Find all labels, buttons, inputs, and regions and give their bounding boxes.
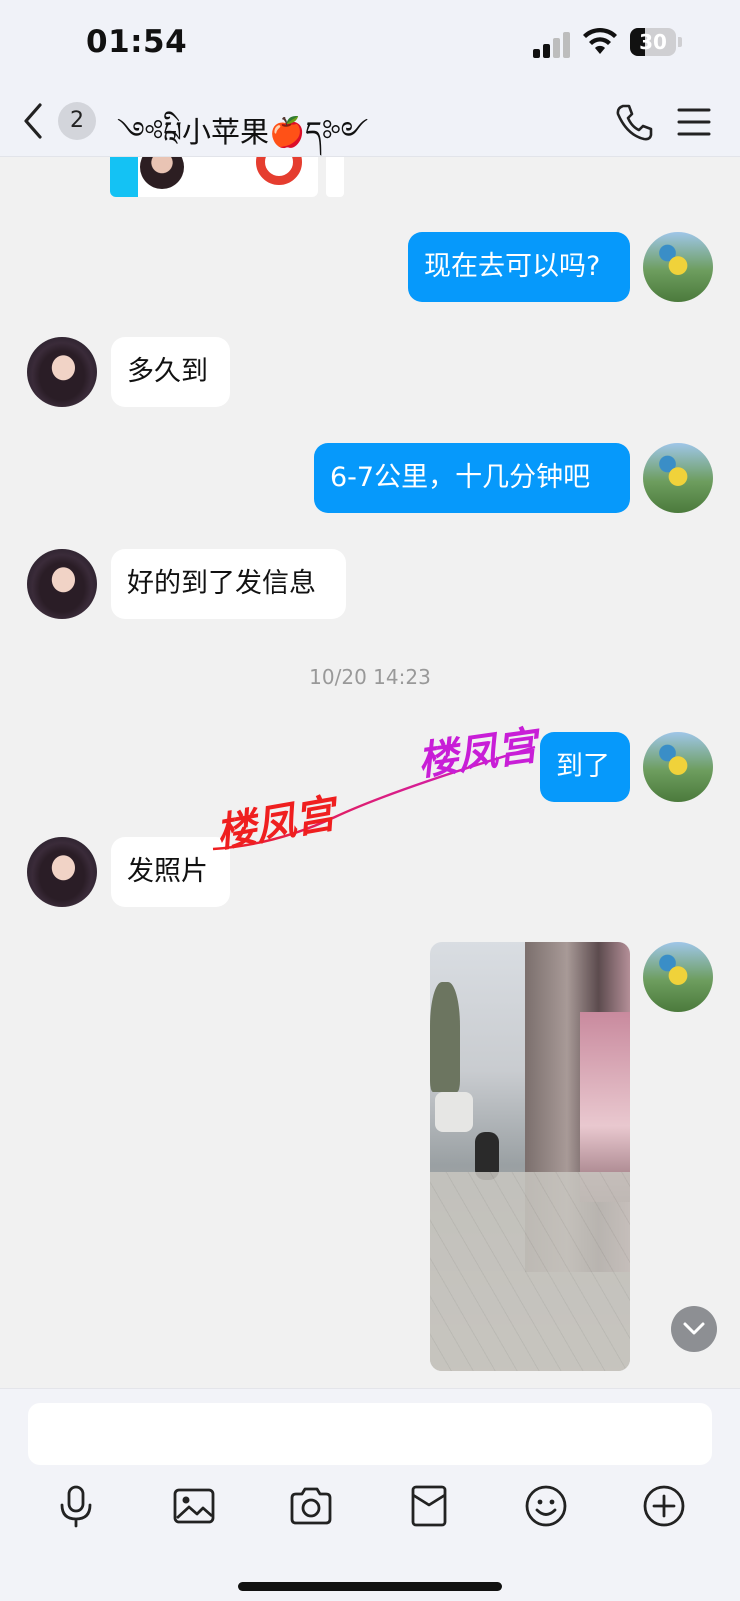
my-avatar[interactable] — [643, 942, 713, 1012]
contact-avatar[interactable] — [27, 549, 97, 619]
wifi-icon — [583, 27, 617, 54]
message-bubble-incoming[interactable]: 多久到 — [111, 337, 230, 407]
image-icon[interactable] — [171, 1483, 217, 1529]
message-input[interactable] — [28, 1403, 712, 1465]
watermark-overlay: 楼凤宫 楼凤宫 — [205, 717, 545, 857]
my-avatar[interactable] — [643, 232, 713, 302]
my-avatar[interactable] — [643, 443, 713, 513]
message-bubble-incoming[interactable]: 发照片 — [111, 837, 230, 907]
chevron-down-icon — [683, 1322, 705, 1335]
message-bubble-outgoing[interactable]: 现在去可以吗? — [408, 232, 630, 302]
shared-image-preview[interactable] — [110, 157, 344, 197]
phone-call-button[interactable] — [612, 100, 656, 144]
red-packet-icon[interactable] — [406, 1483, 452, 1529]
message-timestamp: 10/20 14:23 — [309, 665, 431, 689]
contact-avatar[interactable] — [27, 337, 97, 407]
camera-icon[interactable] — [288, 1483, 334, 1529]
photo-message[interactable] — [430, 942, 630, 1371]
watermark-text: 楼凤宫 — [212, 790, 339, 858]
home-indicator[interactable] — [238, 1582, 502, 1591]
my-avatar[interactable] — [643, 732, 713, 802]
message-bubble-outgoing[interactable]: 6-7公里，十几分钟吧 — [314, 443, 630, 513]
status-bar: 01:54 30 — [0, 0, 740, 86]
menu-button[interactable] — [676, 102, 712, 142]
cellular-signal-icon — [533, 30, 571, 58]
unread-count-badge: 2 — [58, 102, 96, 140]
message-list[interactable]: 现在去可以吗? 多久到 6-7公里，十几分钟吧 好的到了发信息 10/20 14… — [0, 157, 740, 1388]
message-bubble-outgoing[interactable]: 到了 — [540, 732, 630, 802]
message-composer — [0, 1388, 740, 1601]
emoji-icon[interactable] — [523, 1483, 569, 1529]
chat-header: 2 ༺ཱིཔ小苹果🍎ད༻ — [0, 86, 740, 157]
plus-icon[interactable] — [641, 1483, 687, 1529]
message-bubble-incoming[interactable]: 好的到了发信息 — [111, 549, 346, 619]
chevron-left-icon — [24, 103, 42, 139]
status-time: 01:54 — [86, 24, 188, 60]
battery-icon: 30 — [630, 28, 682, 56]
watermark-text: 楼凤宫 — [414, 722, 541, 786]
contact-avatar[interactable] — [27, 837, 97, 907]
back-button[interactable]: 2 — [18, 98, 108, 144]
microphone-icon[interactable] — [53, 1483, 99, 1529]
scroll-to-bottom-button[interactable] — [671, 1306, 717, 1352]
battery-level: 30 — [639, 30, 667, 54]
